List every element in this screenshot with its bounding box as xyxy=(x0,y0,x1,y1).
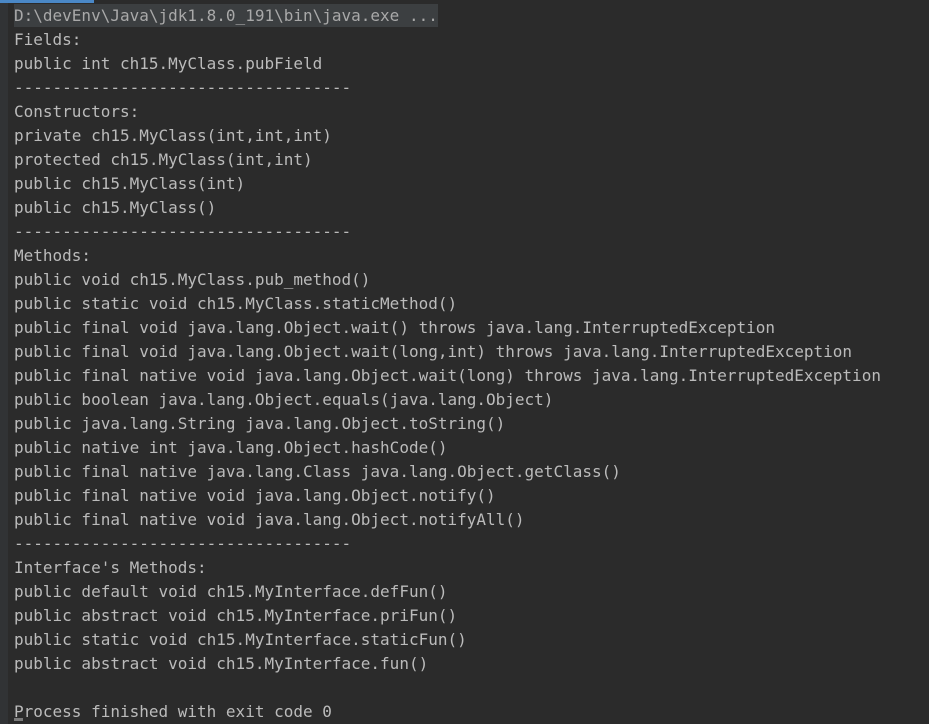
console-line: public static void ch15.MyClass.staticMe… xyxy=(14,294,458,313)
console-window: D:\devEnv\Java\jdk1.8.0_191\bin\java.exe… xyxy=(0,0,929,724)
console-output-area[interactable]: D:\devEnv\Java\jdk1.8.0_191\bin\java.exe… xyxy=(0,0,929,724)
console-line: public abstract void ch15.MyInterface.fu… xyxy=(14,654,429,673)
console-line: public java.lang.String java.lang.Object… xyxy=(14,414,506,433)
console-line: public abstract void ch15.MyInterface.pr… xyxy=(14,606,458,625)
console-separator: ----------------------------------- xyxy=(14,78,352,97)
console-line: protected ch15.MyClass(int,int) xyxy=(14,150,313,169)
console-command-text: D:\devEnv\Java\jdk1.8.0_191\bin\java.exe… xyxy=(14,4,438,27)
console-line: Fields: xyxy=(14,30,82,49)
active-tab-indicator xyxy=(0,0,94,3)
console-line: public final native void java.lang.Objec… xyxy=(14,366,881,385)
console-line: public boolean java.lang.Object.equals(j… xyxy=(14,390,554,409)
console-line: public ch15.MyClass(int) xyxy=(14,174,246,193)
console-exit-status: Process finished with exit code 0 xyxy=(14,702,332,721)
console-line: public final native void java.lang.Objec… xyxy=(14,510,525,529)
console-line: Interface's Methods: xyxy=(14,558,207,577)
console-line: public void ch15.MyClass.pub_method() xyxy=(14,270,371,289)
console-line: public static void ch15.MyInterface.stat… xyxy=(14,630,467,649)
console-line: public native int java.lang.Object.hashC… xyxy=(14,438,448,457)
console-separator: ----------------------------------- xyxy=(14,222,352,241)
console-line: public final native java.lang.Class java… xyxy=(14,462,621,481)
console-line: private ch15.MyClass(int,int,int) xyxy=(14,126,332,145)
console-line: public default void ch15.MyInterface.def… xyxy=(14,582,448,601)
console-line: Constructors: xyxy=(14,102,140,121)
console-line: public ch15.MyClass() xyxy=(14,198,217,217)
console-line: public final void java.lang.Object.wait(… xyxy=(14,342,853,361)
console-line: Methods: xyxy=(14,246,92,265)
console-caret xyxy=(14,718,23,721)
console-line: public int ch15.MyClass.pubField xyxy=(14,54,323,73)
console-line: public final void java.lang.Object.wait(… xyxy=(14,318,775,337)
console-separator: ----------------------------------- xyxy=(14,534,352,553)
console-line: public final native void java.lang.Objec… xyxy=(14,486,496,505)
console-command-line: D:\devEnv\Java\jdk1.8.0_191\bin\java.exe… xyxy=(0,4,929,28)
